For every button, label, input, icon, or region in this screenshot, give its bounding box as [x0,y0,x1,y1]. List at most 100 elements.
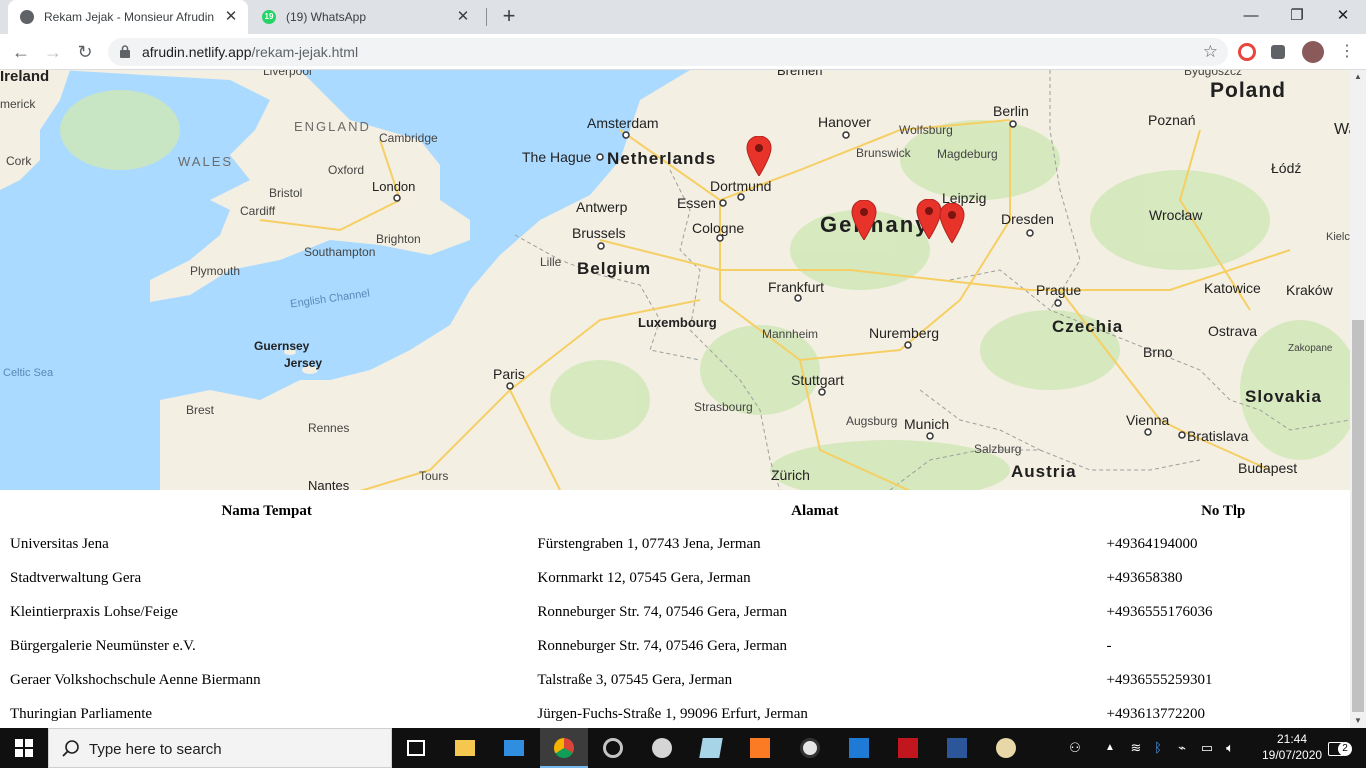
url-host: afrudin.netlify.app [142,44,252,60]
close-window-button[interactable]: ✕ [1320,4,1366,28]
obs-icon [800,738,820,758]
map-label-katowice: Katowice [1204,280,1261,296]
network-icon[interactable]: ⌁ [1172,728,1192,768]
globe-icon [20,10,34,24]
address-cell: Ronneburger Str. 74, 07546 Gera, Jerman [537,637,788,654]
notification-center-button[interactable]: 2 [1322,728,1352,768]
map-marker-pin[interactable] [939,203,965,243]
address-cell: Fürstengraben 1, 07743 Jena, Jerman [537,535,761,552]
address-cell: Talstraße 3, 07545 Gera, Jerman [537,671,733,688]
google-map[interactable]: Ireland merick Cork Liverpool ENGLAND WA… [0,70,1350,490]
map-label-merick: merick [0,97,36,111]
map-label-nuremberg: Nuremberg [869,325,940,341]
map-label-rennes: Rennes [308,421,350,435]
tab-title: (19) WhatsApp [286,10,367,24]
bookmark-star-icon[interactable]: ☆ [1203,42,1218,62]
taskbar-media-app[interactable] [589,728,637,768]
column-header-no-tlp: No Tlp [1201,502,1246,519]
extension-icon[interactable] [1238,43,1256,61]
taskbar-word[interactable] [933,728,981,768]
new-tab-button[interactable]: + [498,5,520,28]
taskbar-paint3d[interactable] [982,728,1030,768]
map-label-belgium: Belgium [577,259,652,278]
volume-icon[interactable]: 🔈︎ [1220,728,1240,768]
map-label-krakow: Kraków [1286,282,1333,298]
clock-date: 19/07/2020 [1262,748,1323,762]
taskbar-notes-app[interactable] [687,728,735,768]
map-label-paris: Paris [493,366,525,382]
clock-time: 21:44 [1276,732,1308,746]
notification-count-badge: 2 [1338,742,1352,756]
address-cell: Jürgen-Fuchs-Straße 1, 99096 Erfurt, Jer… [537,705,808,722]
map-marker-pin[interactable] [746,136,772,176]
bluetooth-icon[interactable]: ᛒ [1150,728,1166,768]
tab-title: Rekam Jejak - Monsieur Afrudin [44,10,215,24]
mail-icon [504,740,524,756]
map-label-luxembourg: Luxembourg [638,315,717,330]
map-label-netherlands: Netherlands [607,149,717,168]
place-name-cell: Stadtverwaltung Gera [10,569,142,586]
taskbar-xampp[interactable] [736,728,784,768]
scrollbar-thumb[interactable] [1352,320,1364,712]
start-button[interactable] [0,728,48,768]
phone-cell: +493613772200 [1106,705,1205,722]
taskbar-video-app[interactable] [835,728,883,768]
map-label-oxford: Oxford [328,163,365,177]
close-tab-icon[interactable]: ✕ [222,8,240,26]
scroll-up-arrow-icon[interactable]: ▲ [1350,70,1366,84]
map-label-bydgoszcz: Bydgoszcz [1184,70,1243,78]
reload-button[interactable]: ↻ [72,39,98,65]
scroll-down-arrow-icon[interactable]: ▼ [1350,714,1366,728]
tab-separator [486,8,487,26]
taskbar-mail[interactable] [490,728,538,768]
task-view-button[interactable] [392,728,440,768]
map-label-magdeburg: Magdeburg [937,147,998,161]
tab-rekam-jejak[interactable]: Rekam Jejak - Monsieur Afrudin ✕ [8,0,248,34]
taskbar-obs[interactable] [786,728,834,768]
tray-overflow-chevron-icon[interactable]: ▲ [1100,728,1120,768]
map-label-brussels: Brussels [572,225,626,241]
restore-button[interactable]: ❐ [1274,4,1320,28]
map-label-wolfsburg: Wolfsburg [899,123,953,137]
map-label-zakopane: Zakopane [1288,343,1333,354]
paint-icon [996,738,1016,758]
taskbar-flash-app[interactable] [884,728,932,768]
tab-whatsapp[interactable]: 19 (19) WhatsApp ✕ [250,0,480,34]
profile-avatar[interactable] [1302,41,1324,63]
wifi-icon[interactable]: ≋ [1126,728,1146,768]
back-button[interactable]: ← [8,39,34,65]
map-label-brest: Brest [186,403,215,417]
taskbar-clock[interactable]: 21:44 19/07/2020 [1262,731,1322,763]
place-name-cell: Universitas Jena [10,535,109,552]
close-tab-icon[interactable]: ✕ [454,8,472,26]
browser-toolbar: ← → ↻ afrudin.netlify.app/rekam-jejak.ht… [0,34,1366,70]
map-label-czechia: Czechia [1052,317,1124,336]
battery-icon[interactable]: ▭ [1196,728,1218,768]
address-bar[interactable]: afrudin.netlify.app/rekam-jejak.html ☆ [108,38,1228,66]
page-scrollbar[interactable]: ▲ ▼ [1350,70,1366,728]
map-label-amsterdam: Amsterdam [587,115,659,131]
map-label-dresden: Dresden [1001,211,1054,227]
puzzle-extensions-icon[interactable] [1271,45,1285,59]
map-label-bristol: Bristol [269,186,303,200]
forward-button[interactable]: → [40,39,66,65]
whatsapp-icon: 19 [262,10,276,24]
place-name-cell: Geraer Volkshochschule Aenne Biermann [10,671,261,688]
url-path: /rekam-jejak.html [251,44,359,60]
map-label-cardiff: Cardiff [240,204,276,218]
taskbar-chrome[interactable] [540,728,588,768]
people-icon[interactable]: ⚇ [1064,728,1086,768]
map-label-cologne: Cologne [692,220,745,236]
taskbar-file-explorer[interactable] [441,728,489,768]
map-marker-pin[interactable] [851,200,877,240]
search-icon [62,740,79,757]
notes-icon [699,738,723,758]
taskbar-paint-app[interactable] [638,728,686,768]
place-name-cell: Thuringian Parliamente [10,705,153,722]
minimize-button[interactable]: — [1228,4,1274,28]
taskbar-search-box[interactable]: Type here to search [48,728,392,768]
map-label-bremen: Bremen [777,70,823,78]
map-label-cambridge: Cambridge [379,131,438,145]
page-content: Ireland merick Cork Liverpool ENGLAND WA… [0,70,1350,728]
menu-kebab-icon[interactable]: ⋮ [1334,39,1360,65]
